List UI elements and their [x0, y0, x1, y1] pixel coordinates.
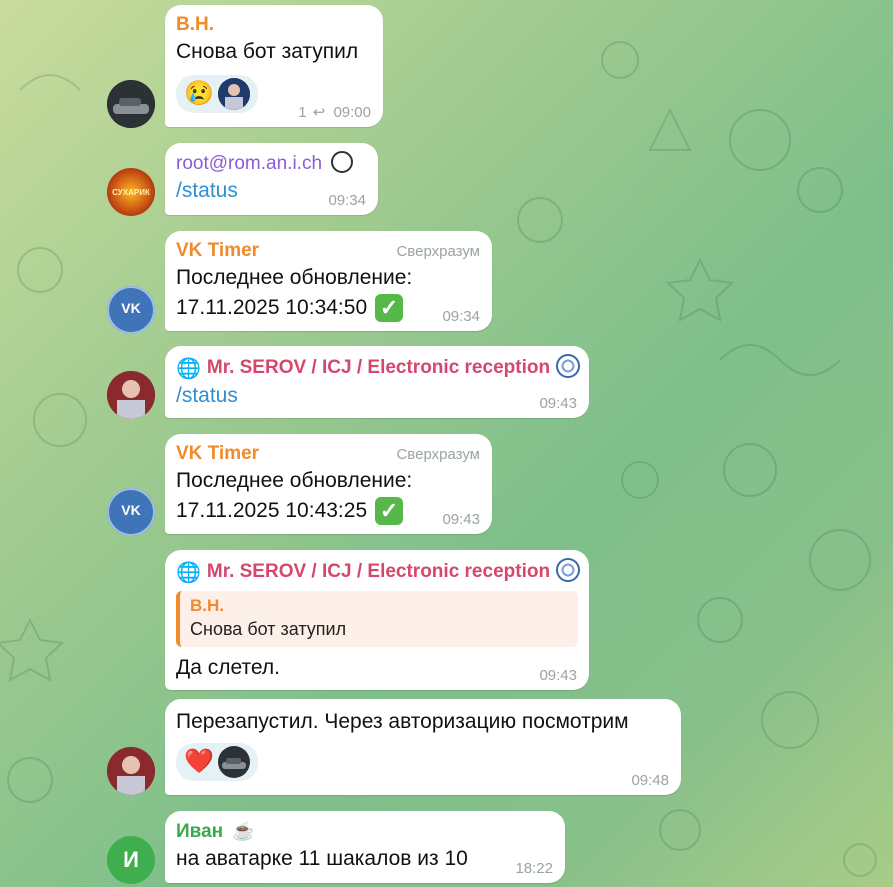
red-heart-icon: ❤️	[184, 748, 214, 775]
message-text: на аватарке 11 шакалов из 10	[176, 847, 468, 870]
message-bubble[interactable]: VK Timer Сверхразум Последнее обновление…	[165, 231, 492, 331]
sender-name[interactable]: В.Н.	[176, 13, 372, 37]
reply-count: 1	[298, 104, 307, 121]
person-photo-icon	[218, 78, 250, 110]
message-time: 09:34	[442, 308, 480, 325]
sender-name-text: Иван	[176, 821, 224, 842]
avatar-text: СУХАРИК	[112, 187, 150, 197]
message-meta: 1 ↩ 09:00	[298, 103, 371, 121]
message-text: Снова бот затупил	[176, 40, 359, 63]
quoted-text: Снова бот затупил	[190, 619, 347, 639]
avatar[interactable]: СУХАРИК	[107, 168, 155, 216]
message-text: Последнее обновление:	[176, 266, 413, 289]
member-role: Сверхразум	[396, 243, 480, 260]
message-time: 09:48	[631, 772, 669, 789]
message-bubble[interactable]: root@rom.an.i.ch /status 09:34	[165, 143, 378, 215]
avatar	[218, 746, 250, 778]
svg-text:VK: VK	[121, 502, 140, 518]
message-time: 18:22	[515, 860, 553, 877]
java-coffee-icon: ☕	[232, 821, 255, 841]
reply-quote[interactable]: В.Н. Снова бот затупил	[176, 591, 578, 647]
avatar[interactable]: И	[107, 836, 155, 884]
quoted-sender: В.Н.	[190, 596, 224, 615]
message-datetime: 17.11.2025 10:34:50	[176, 296, 368, 319]
message-text: Перезапустил. Через авторизацию посмотри…	[176, 710, 629, 733]
alien-face-icon	[331, 151, 354, 173]
message-bubble[interactable]: 🌐 Mr. SEROV / ICJ / Electronic reception …	[165, 550, 589, 690]
message-bubble[interactable]: Иван ☕ на аватарке 11 шакалов из 10 18:2…	[165, 811, 565, 883]
avatar[interactable]	[107, 371, 155, 419]
check-mark-icon: ✓	[375, 497, 404, 526]
message-time: 09:43	[539, 667, 577, 684]
message-bubble[interactable]: Перезапустил. Через авторизацию посмотри…	[165, 699, 681, 795]
globe-icon: 🌐	[176, 562, 201, 584]
message-bubble[interactable]: 🌐 Mr. SEROV / ICJ / Electronic reception …	[165, 346, 589, 418]
globe-icon: 🌐	[176, 358, 201, 380]
sender-name-text: Mr. SEROV / ICJ / Electronic reception	[206, 561, 551, 582]
message-time: 09:43	[442, 511, 480, 528]
message-time: 09:00	[333, 104, 371, 121]
sender-name[interactable]: 🌐 Mr. SEROV / ICJ / Electronic reception	[176, 354, 581, 381]
imf-logo-icon	[556, 354, 581, 378]
message-datetime: 17.11.2025 10:43:25	[176, 499, 368, 522]
sender-name[interactable]: Иван ☕	[176, 819, 554, 844]
message-text: 17.11.2025 10:34:50 ✓	[176, 293, 481, 323]
avatar[interactable]	[107, 747, 155, 795]
message-bubble[interactable]: В.Н. Снова бот затупил 😢 1 ↩ 09:00	[165, 5, 383, 127]
message-bubble[interactable]: VK Timer Сверхразум Последнее обновление…	[165, 434, 492, 534]
person-photo-icon	[107, 371, 155, 419]
crying-face-icon: 😢	[184, 80, 214, 107]
svg-text:VK: VK	[121, 300, 140, 316]
reaction[interactable]: 😢	[176, 75, 258, 113]
sender-name[interactable]: root@rom.an.i.ch	[176, 151, 367, 176]
message-text: 17.11.2025 10:43:25 ✓	[176, 496, 481, 526]
imf-logo-icon	[556, 558, 581, 582]
avatar	[218, 78, 250, 110]
sender-name[interactable]: 🌐 Mr. SEROV / ICJ / Electronic reception	[176, 558, 581, 585]
member-role: Сверхразум	[396, 446, 480, 463]
reaction[interactable]: ❤️	[176, 743, 258, 781]
avatar-letter: И	[123, 847, 139, 872]
vk-timer-logo-icon: VK	[107, 286, 155, 334]
person-photo-icon	[107, 747, 155, 795]
car-photo-icon	[218, 746, 250, 778]
reply-arrow-icon: ↩	[312, 104, 326, 121]
check-mark-icon: ✓	[375, 294, 404, 323]
vk-timer-logo-icon: VK	[107, 488, 155, 536]
avatar[interactable]: VK	[107, 286, 155, 334]
message-text: Да слетел.	[176, 656, 280, 679]
bot-command-link[interactable]: /status	[176, 381, 578, 411]
sender-name-text: Mr. SEROV / ICJ / Electronic reception	[206, 357, 551, 378]
message-time: 09:43	[539, 395, 577, 412]
avatar[interactable]: VK	[107, 488, 155, 536]
sender-name-text: root@rom.an.i.ch	[176, 153, 323, 174]
car-photo-icon	[107, 80, 155, 128]
message-time: 09:34	[328, 192, 366, 209]
avatar[interactable]	[107, 80, 155, 128]
message-text: Последнее обновление:	[176, 469, 413, 492]
